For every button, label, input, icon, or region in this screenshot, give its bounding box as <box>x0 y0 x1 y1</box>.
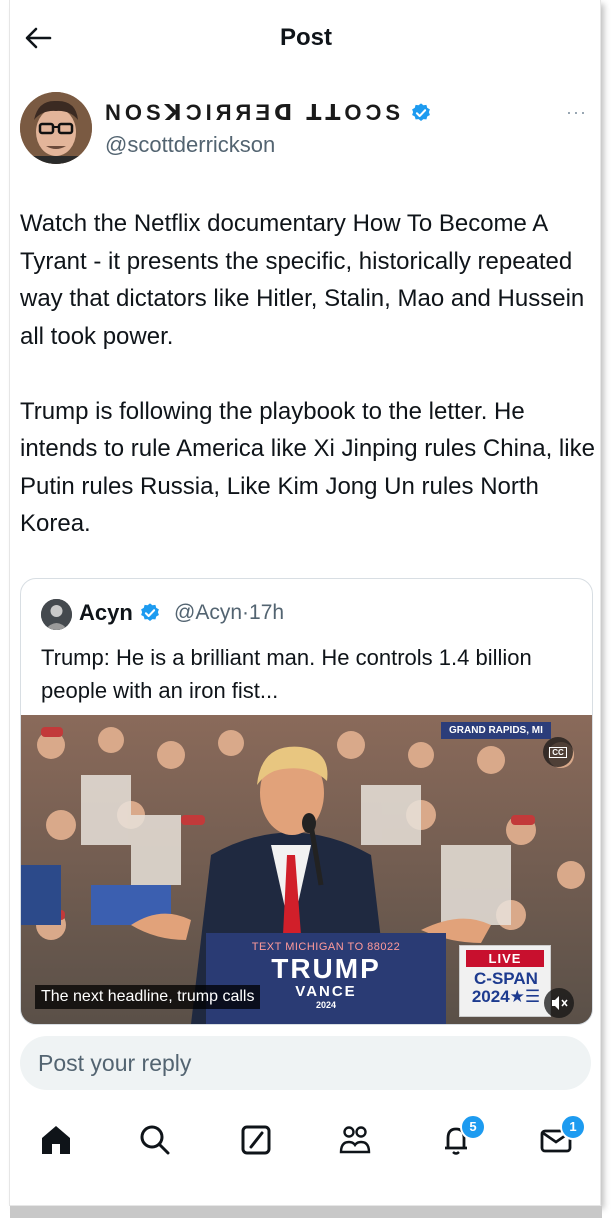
podium-sign: TEXT MICHIGAN TO 88022 TRUMP VANCE 2024 <box>206 933 446 1024</box>
network-name: C-SPAN <box>474 969 538 988</box>
page-title: Post <box>279 24 332 51</box>
quote-avatar[interactable] <box>41 599 72 630</box>
post-paragraph: Watch the Netflix documentary How To Bec… <box>20 210 585 350</box>
quote-meta: @Acyn·17h <box>174 601 284 625</box>
messages-badge: 1 <box>560 1114 586 1140</box>
home-icon[interactable] <box>36 1120 76 1160</box>
video-player[interactable]: GRAND RAPIDS, MI CC TEXT MICHIGAN TO 880… <box>21 715 592 1024</box>
reply-box[interactable]: Post your reply <box>20 1036 591 1090</box>
closed-captions-icon[interactable]: CC <box>543 737 573 767</box>
quoted-post[interactable]: Acyn @Acyn·17h Trump: He is a brilliant … <box>20 578 593 1025</box>
network-logo: C-SPAN 2024★☰ <box>466 970 546 1006</box>
quote-separator: · <box>242 601 250 624</box>
live-label: LIVE <box>466 950 544 967</box>
bottom-tab-bar: 5 1 <box>0 1110 612 1170</box>
network-bug: LIVE C-SPAN 2024★☰ <box>459 945 551 1017</box>
author-name[interactable]: NOSꓘƆIЯЯƎᗡ ꓕꓕOƆS <box>105 100 432 126</box>
location-badge: GRAND RAPIDS, MI <box>441 722 551 739</box>
bottom-edge <box>10 1206 602 1218</box>
post-body: Watch the Netflix documentary How To Bec… <box>20 205 595 543</box>
more-horizontal-icon[interactable]: ··· <box>566 102 587 123</box>
quote-author-name: Acyn <box>79 600 133 625</box>
search-icon[interactable] <box>135 1120 175 1160</box>
grok-icon[interactable] <box>236 1120 276 1160</box>
communities-icon[interactable] <box>335 1120 375 1160</box>
avatar[interactable] <box>20 92 92 164</box>
top-bar: Post <box>0 0 612 78</box>
quote-author[interactable]: Acyn <box>79 600 161 626</box>
messages-tab[interactable]: 1 <box>536 1114 586 1160</box>
verified-badge-icon <box>140 603 159 621</box>
reply-input[interactable]: Post your reply <box>20 1036 591 1090</box>
quote-text: Trump: He is a brilliant man. He control… <box>41 645 532 703</box>
notifications-tab[interactable]: 5 <box>436 1114 486 1160</box>
author-handle[interactable]: @scottderrickson <box>105 132 275 158</box>
podium-text-line: TEXT MICHIGAN TO 88022 <box>251 941 401 953</box>
quote-handle[interactable]: @Acyn <box>174 601 242 624</box>
post-paragraph: Trump is following the playbook to the l… <box>20 397 595 538</box>
volume-mute-icon[interactable] <box>544 988 574 1018</box>
network-year: 2024★☰ <box>471 987 541 1006</box>
podium-text-line: TRUMP <box>271 953 381 984</box>
author-display-name: NOSꓘƆIЯЯƎᗡ ꓕꓕOƆS <box>105 100 405 125</box>
cc-label: CC <box>549 746 567 758</box>
quote-time: 17h <box>249 601 285 624</box>
video-caption: The next headline, trump calls <box>35 985 261 1009</box>
verified-badge-icon <box>412 103 430 121</box>
notifications-badge: 5 <box>460 1114 486 1140</box>
